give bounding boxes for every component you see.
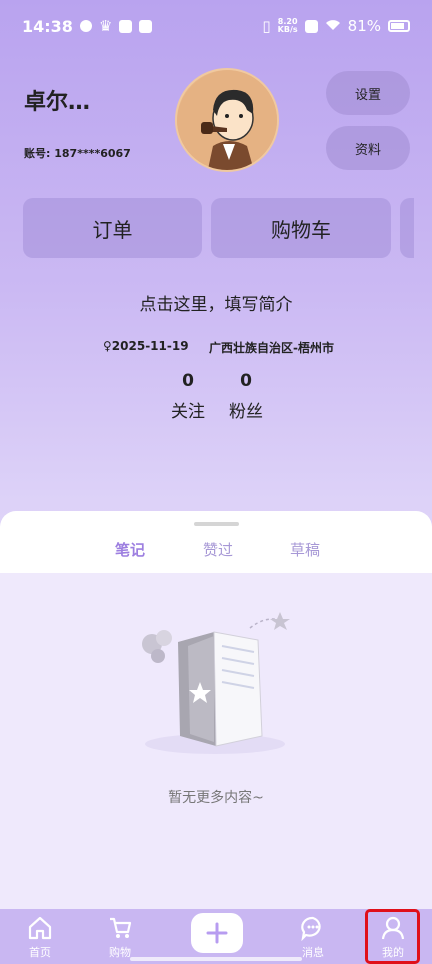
battery-icon bbox=[388, 20, 410, 32]
status-bar: 14:38 ♛ ▯ 8.20 KB/s 81% bbox=[0, 0, 432, 52]
more-button-partial[interactable] bbox=[400, 198, 414, 258]
profile-name[interactable]: 卓尔… bbox=[24, 84, 90, 116]
nav-shopping[interactable]: 购物 bbox=[90, 909, 150, 964]
network-speed: 8.20 KB/s bbox=[278, 18, 298, 34]
drag-handle[interactable] bbox=[194, 522, 239, 526]
status-right: ▯ 8.20 KB/s 81% bbox=[262, 17, 410, 35]
cart-icon bbox=[110, 917, 132, 938]
status-time: 14:38 bbox=[22, 16, 73, 36]
network-speed-unit: KB/s bbox=[277, 25, 298, 34]
crown-icon: ♛ bbox=[98, 17, 113, 35]
content-sheet: 笔记 赞过 草稿 暂无更多内容~ bbox=[0, 511, 432, 909]
birthday-info: ♀2025-11-19 bbox=[103, 339, 189, 353]
bio-placeholder[interactable]: 点击这里，填写简介 bbox=[0, 290, 432, 315]
nav-home[interactable]: 首页 bbox=[10, 909, 70, 964]
fans-label[interactable]: 粉丝 bbox=[221, 397, 271, 422]
plus-icon bbox=[206, 922, 228, 944]
home-icon bbox=[28, 916, 52, 940]
following-label[interactable]: 关注 bbox=[163, 397, 213, 422]
battery-percent: 81% bbox=[347, 17, 381, 35]
settings-button[interactable]: 设置 bbox=[326, 71, 410, 115]
tab-notes[interactable]: 笔记 bbox=[100, 539, 160, 560]
female-gender-icon: ♀ bbox=[103, 339, 112, 353]
status-left: 14:38 ♛ bbox=[22, 16, 153, 36]
message-icon bbox=[301, 916, 321, 941]
empty-state-text: 暂无更多内容~ bbox=[168, 790, 264, 806]
cart-button[interactable]: 购物车 bbox=[211, 198, 391, 258]
publish-button[interactable] bbox=[191, 913, 243, 953]
nav-home-label: 首页 bbox=[29, 946, 51, 959]
home-indicator[interactable] bbox=[130, 957, 302, 961]
empty-folder-illustration-icon bbox=[130, 606, 305, 761]
avatar[interactable] bbox=[175, 68, 279, 172]
orders-button[interactable]: 订单 bbox=[23, 198, 202, 258]
tab-drafts[interactable]: 草稿 bbox=[275, 539, 335, 560]
sheet-header: 笔记 赞过 草稿 bbox=[0, 511, 432, 573]
selection-highlight-box bbox=[365, 909, 420, 964]
location-text: 广西壮族自治区-梧州市 bbox=[209, 341, 334, 355]
account-id: 账号: 187****6067 bbox=[24, 147, 131, 160]
app-notification-icon bbox=[119, 19, 133, 33]
vibrate-icon: ▯ bbox=[262, 17, 271, 35]
fans-count[interactable]: 0 bbox=[226, 371, 266, 391]
avatar-illustration-icon bbox=[177, 70, 277, 170]
sim-icon bbox=[304, 19, 318, 33]
check-icon bbox=[79, 20, 92, 32]
following-count[interactable]: 0 bbox=[168, 371, 208, 391]
wifi-icon bbox=[325, 17, 341, 35]
profile-info-button[interactable]: 资料 bbox=[326, 126, 410, 170]
mail-icon bbox=[139, 19, 153, 33]
birthday-text: 2025-11-19 bbox=[111, 339, 189, 353]
nav-messages[interactable]: 消息 bbox=[283, 909, 343, 964]
tab-liked[interactable]: 赞过 bbox=[188, 539, 248, 560]
